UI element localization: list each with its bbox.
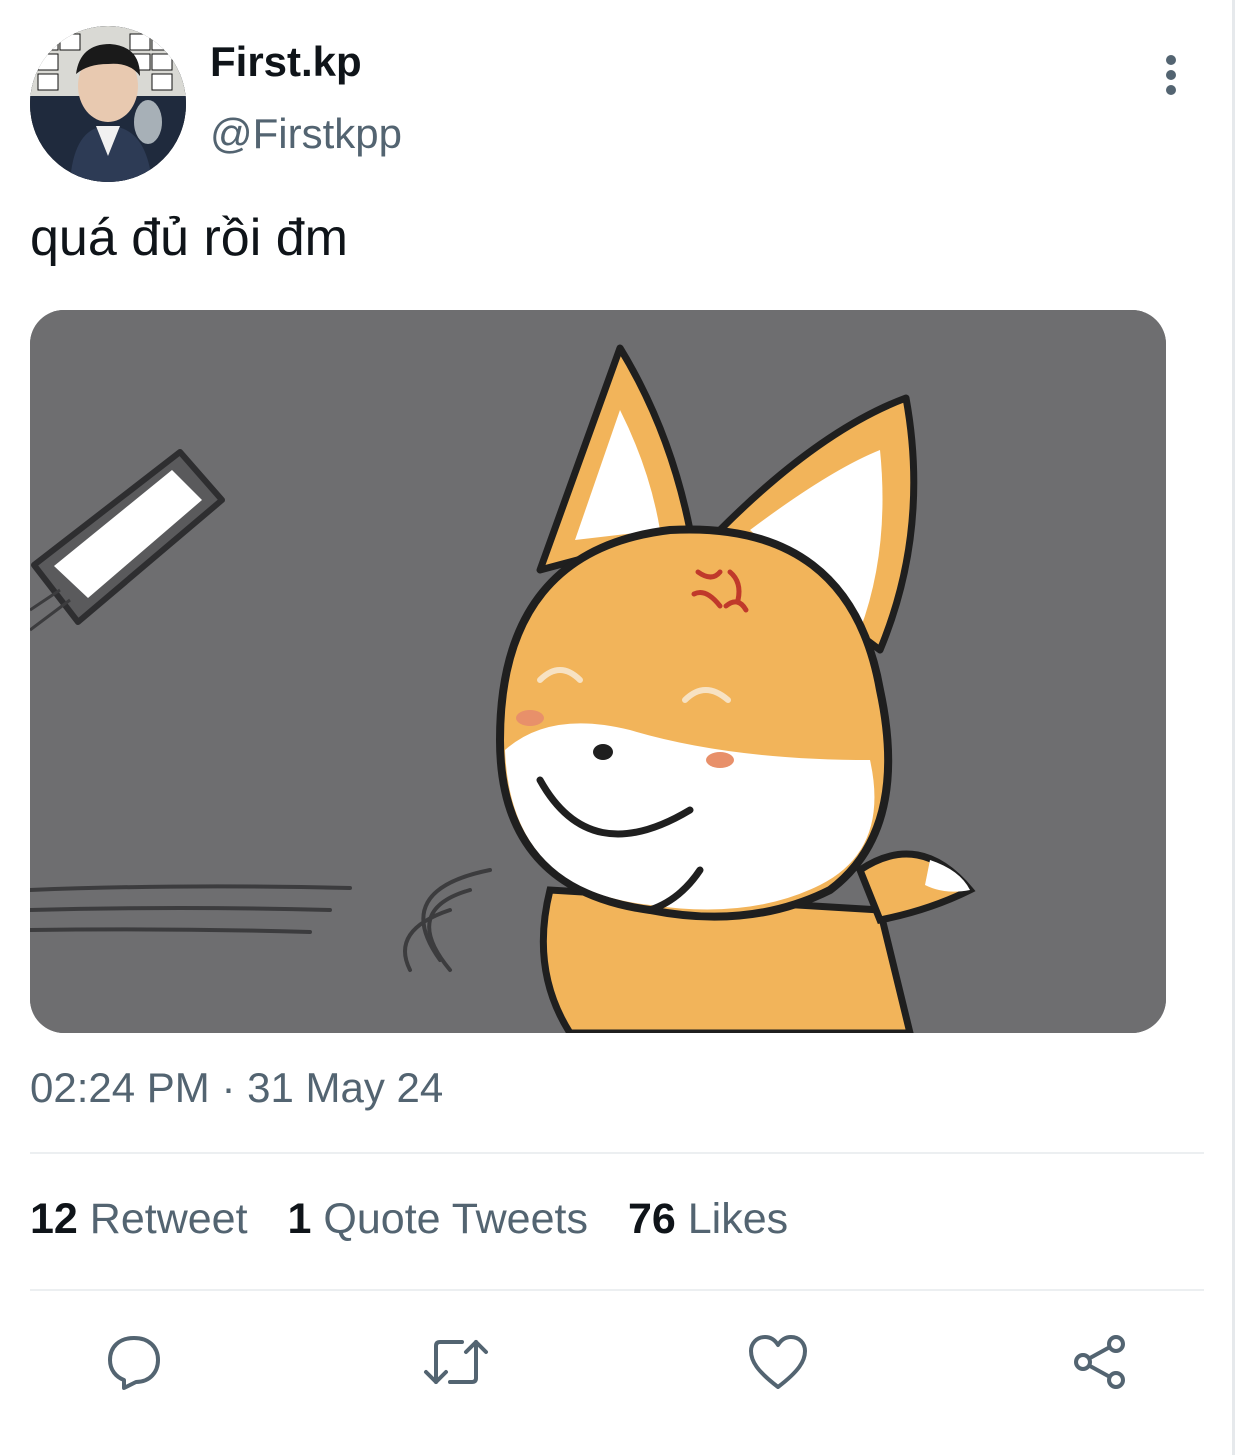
tweet-text: quá đủ rồi đm xyxy=(30,209,348,267)
retweet-button[interactable] xyxy=(420,1326,492,1398)
like-stat[interactable]: 76 Likes xyxy=(628,1195,788,1244)
angry-fox-meme-image xyxy=(30,310,1166,1033)
retweet-stat[interactable]: 12 Retweet xyxy=(30,1195,248,1244)
retweet-label: Retweet xyxy=(89,1195,248,1243)
divider xyxy=(30,1289,1204,1291)
tweet-timestamp: 02:24 PM · 31 May 24 xyxy=(30,1064,444,1111)
avatar[interactable] xyxy=(30,26,186,182)
like-label: Likes xyxy=(687,1195,789,1243)
avatar-photo xyxy=(30,26,186,182)
more-options-button[interactable] xyxy=(1150,52,1192,98)
quote-label: Quote Tweets xyxy=(323,1195,588,1243)
divider xyxy=(30,1152,1204,1154)
more-vertical-icon xyxy=(1166,55,1176,95)
share-icon xyxy=(1074,1335,1125,1389)
share-button[interactable] xyxy=(1064,1326,1136,1398)
engagement-stats: 12 Retweet 1 Quote Tweets 76 Likes xyxy=(30,1195,788,1244)
like-button[interactable] xyxy=(742,1326,814,1398)
heart-icon xyxy=(749,1335,807,1389)
display-name[interactable]: First.kp xyxy=(210,38,362,86)
like-count: 76 xyxy=(627,1195,676,1243)
reply-button[interactable] xyxy=(98,1326,170,1398)
tweet-media[interactable] xyxy=(30,310,1166,1033)
quote-count: 1 xyxy=(287,1195,312,1243)
user-handle[interactable]: @Firstkpp xyxy=(210,110,402,158)
retweet-icon xyxy=(424,1340,488,1384)
retweet-count: 12 xyxy=(30,1195,78,1243)
reply-icon xyxy=(108,1336,160,1390)
quote-stat[interactable]: 1 Quote Tweets xyxy=(288,1195,588,1244)
